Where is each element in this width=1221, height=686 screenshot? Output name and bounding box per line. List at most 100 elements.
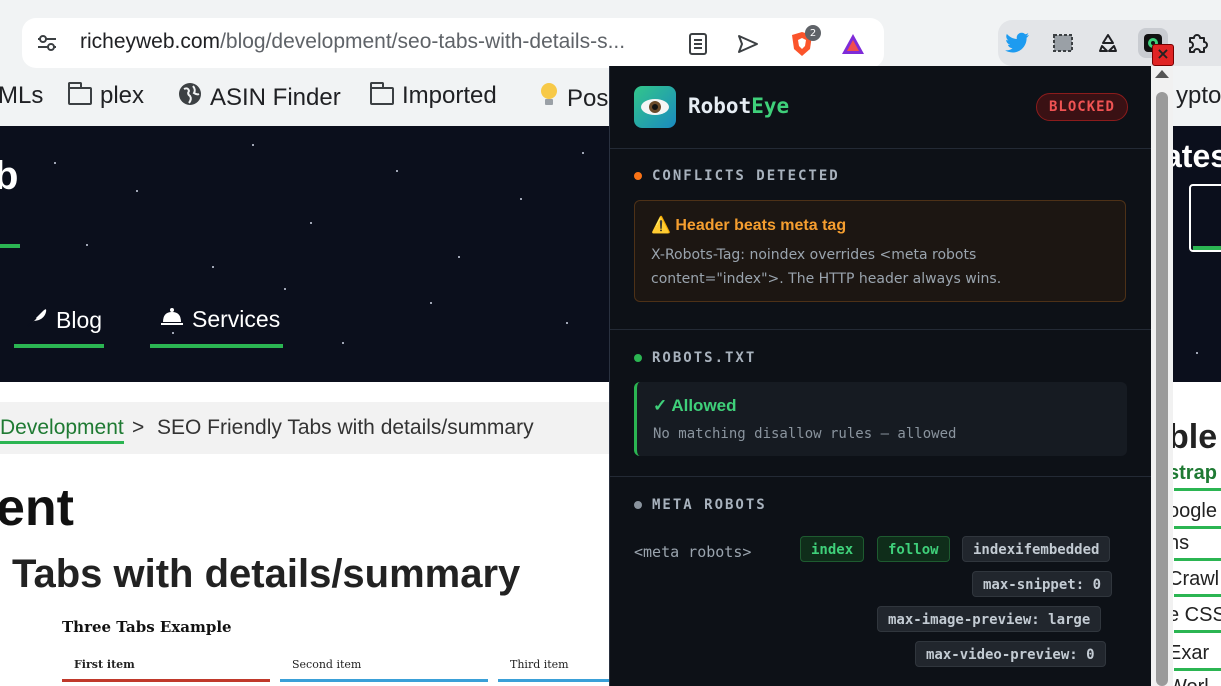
bookmark-folder-plex[interactable]: plex <box>67 82 145 110</box>
brave-badge-count: 2 <box>805 25 821 41</box>
popup-scrollbar[interactable] <box>1151 66 1173 686</box>
directive-tag: max-snippet: 0 <box>972 571 1113 597</box>
bookmark-label: ASIN Finder <box>210 83 341 111</box>
site-logo[interactable]: b <box>0 154 18 199</box>
brand-name: RobotEye <box>688 94 789 118</box>
sidebar-link[interactable]: oogle <box>1168 500 1217 523</box>
url-text[interactable]: richeyweb.com/blog/development/seo-tabs-… <box>80 30 675 54</box>
breadcrumb-link-development[interactable]: Development <box>0 416 124 444</box>
conflict-description: X-Robots-Tag: noindex overrides <meta ro… <box>651 247 1002 287</box>
section-title-text: ROBOTS.TXT <box>652 350 757 366</box>
section-title: META ROBOTS <box>634 497 767 513</box>
site-settings-icon[interactable] <box>36 32 58 54</box>
status-badge: BLOCKED <box>1035 93 1128 121</box>
page-title: ent <box>0 479 74 537</box>
status-dot <box>634 354 642 362</box>
sidebar-underline <box>1174 630 1221 633</box>
meta-robots-label: <meta robots> <box>634 543 752 561</box>
tab-label: First item <box>74 658 135 671</box>
brand-prefix: Robot <box>688 94 752 118</box>
reader-mode-icon[interactable] <box>685 31 711 57</box>
sidebar-link[interactable]: Exar <box>1168 642 1209 665</box>
tabs-example: Three Tabs Example First item Second ite… <box>40 604 609 686</box>
directive-tag: follow <box>877 536 950 562</box>
lightbulb-icon <box>539 82 559 115</box>
folder-icon <box>67 82 92 105</box>
section-title-text: CONFLICTS DETECTED <box>652 168 840 184</box>
twitter-extension-icon[interactable] <box>1003 28 1033 58</box>
conflict-card: ⚠️ Header beats meta tag X-Robots-Tag: n… <box>634 200 1126 302</box>
nav-underline <box>150 344 283 348</box>
scroll-thumb[interactable] <box>1156 92 1168 686</box>
tab-underline <box>62 679 270 682</box>
sidebar-link[interactable]: Crawl <box>1168 568 1219 591</box>
breadcrumb-current: SEO Friendly Tabs with details/summary <box>157 416 534 439</box>
sidebar-link[interactable]: Worl <box>1168 676 1209 686</box>
breadcrumb-separator: > <box>132 416 145 439</box>
sidebar-link[interactable]: e CSS <box>1168 604 1221 627</box>
sidebar-underline <box>1174 594 1221 597</box>
logo-underline <box>0 244 20 248</box>
breadcrumb: Development > SEO Friendly Tabs with det… <box>0 402 609 454</box>
bell-icon <box>160 306 184 333</box>
tab-third-item[interactable]: Third item <box>498 650 609 682</box>
sidebar-underline <box>1193 246 1221 250</box>
feather-icon <box>26 306 48 334</box>
nav-label: Blog <box>56 306 103 333</box>
screenshot-extension-icon[interactable] <box>1048 28 1078 58</box>
tab-first-item[interactable]: First item <box>62 650 270 682</box>
tab-label: Second item <box>292 658 362 671</box>
sidebar-underline <box>1174 668 1221 671</box>
sidebar-underline <box>1174 488 1221 491</box>
article-subtitle: Tabs with details/summary <box>12 552 521 596</box>
robots-txt-detail: No matching disallow rules — allowed <box>653 426 957 442</box>
status-dot <box>634 501 642 509</box>
directive-tag: indexifembedded <box>962 536 1111 562</box>
bookmark-label: MLs <box>0 82 44 109</box>
tab-underline <box>280 679 488 682</box>
robots-txt-card: ✓ Allowed No matching disallow rules — a… <box>634 382 1127 456</box>
address-bar[interactable]: richeyweb.com/blog/development/seo-tabs-… <box>22 18 884 68</box>
robots-txt-status: ✓ Allowed <box>653 396 737 415</box>
scroll-up-arrow-icon[interactable] <box>1155 70 1169 78</box>
sidebar-title: ble <box>1168 418 1218 456</box>
sidebar-box <box>1189 184 1221 252</box>
nav-blog[interactable]: Blog <box>26 306 102 334</box>
bookmark-item[interactable]: MLs <box>0 82 43 110</box>
bookmark-item[interactable]: ypto <box>1176 82 1221 110</box>
conflict-title: ⚠️ Header beats meta tag <box>651 217 847 234</box>
nav-label: Services <box>192 306 281 332</box>
url-path: /blog/development/seo-tabs-with-details-… <box>220 30 626 53</box>
tab-second-item[interactable]: Second item <box>280 650 488 682</box>
section-title: CONFLICTS DETECTED <box>634 168 840 184</box>
extensions-tray <box>998 20 1221 66</box>
brave-shields-icon[interactable]: 2 <box>789 25 821 57</box>
status-dot <box>634 172 642 180</box>
sidebar-link[interactable]: strap <box>1168 462 1217 485</box>
tab-underline <box>498 679 609 682</box>
bookmark-label: Pos <box>567 84 609 112</box>
directive-tag: max-video-preview: 0 <box>915 641 1106 667</box>
globe-icon <box>178 82 202 113</box>
directive-tag: index <box>800 536 865 562</box>
recycle-extension-icon[interactable] <box>1093 28 1123 58</box>
nav-services[interactable]: Services <box>160 306 280 333</box>
bookmark-label: ypto <box>1176 82 1221 109</box>
brand-suffix: Eye <box>751 94 790 118</box>
robots-txt-section: ROBOTS.TXT ✓ Allowed No matching disallo… <box>610 330 1152 477</box>
close-icon[interactable]: × <box>1152 44 1174 66</box>
bookmark-folder-imported[interactable]: Imported <box>369 82 497 110</box>
conflicts-section: CONFLICTS DETECTED ⚠️ Header beats meta … <box>610 148 1152 330</box>
brave-rewards-icon[interactable] <box>840 31 866 57</box>
send-icon[interactable] <box>735 31 761 57</box>
bookmark-asin-finder[interactable]: ASIN Finder <box>178 82 341 113</box>
robot-eye-popup: RobotEye BLOCKED CONFLICTS DETECTED ⚠️ H… <box>609 66 1152 686</box>
url-domain: richeyweb.com <box>80 30 221 53</box>
bookmark-label: plex <box>100 82 145 109</box>
eye-icon <box>634 86 676 128</box>
puzzle-extensions-icon[interactable] <box>1183 28 1213 58</box>
nav-underline <box>14 344 104 348</box>
meta-robots-section: META ROBOTS <meta robots> index follow i… <box>610 477 1152 686</box>
bookmark-pos[interactable]: Pos <box>539 82 608 115</box>
folder-icon <box>369 82 394 105</box>
